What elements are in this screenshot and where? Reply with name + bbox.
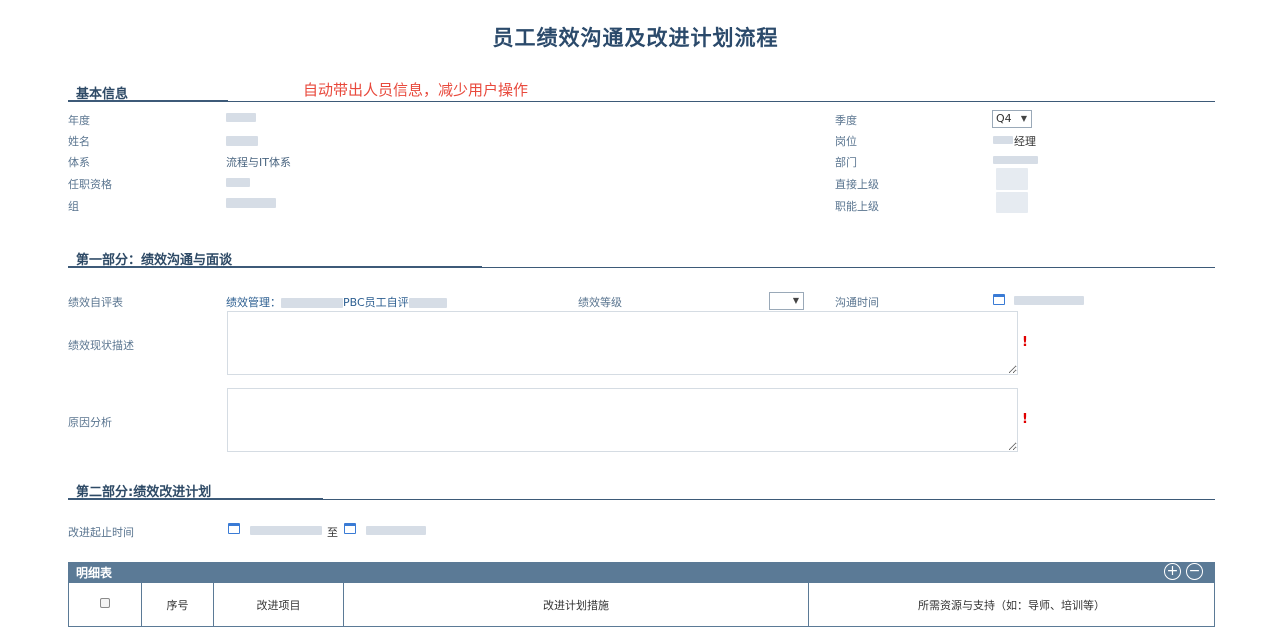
section-part2: 第二部分:绩效改进计划 xyxy=(68,478,1215,500)
group-value-redacted xyxy=(226,198,276,208)
qualification-value-redacted xyxy=(226,178,250,187)
cause-textarea[interactable] xyxy=(227,388,1018,452)
grade-select[interactable]: ▼ xyxy=(769,292,804,310)
remove-row-icon[interactable]: − xyxy=(1186,563,1203,580)
system-value: 流程与IT体系 xyxy=(226,156,291,169)
status-desc-textarea[interactable] xyxy=(227,311,1018,375)
self-eval-link[interactable]: 绩效管理： PBC员工自评 xyxy=(226,294,447,310)
position-value: 经理 xyxy=(1014,135,1036,148)
required-icon: ! xyxy=(1022,412,1028,427)
section-underline xyxy=(68,266,482,268)
section-divider xyxy=(482,267,1215,268)
period-to: 至 xyxy=(327,526,338,539)
column-header: 序号 xyxy=(141,582,214,627)
year-label: 年度 xyxy=(68,114,90,127)
detail-table: 序号 改进项目 改进计划措施 所需资源与支持（如：导师、培训等） xyxy=(68,582,1215,627)
comm-time-label: 沟通时间 xyxy=(835,296,879,309)
period-end-redacted xyxy=(366,526,426,535)
department-label: 部门 xyxy=(835,156,857,169)
name-label: 姓名 xyxy=(68,135,90,148)
section-underline xyxy=(68,100,228,102)
section-underline xyxy=(68,498,323,500)
direct-supervisor-label: 直接上级 xyxy=(835,178,879,191)
year-value-redacted xyxy=(226,113,256,122)
section-part1: 第一部分：绩效沟通与面谈 xyxy=(68,246,1215,268)
self-eval-redacted xyxy=(281,298,343,308)
functional-supervisor-label: 职能上级 xyxy=(835,200,879,213)
chevron-down-icon: ▼ xyxy=(792,296,799,305)
table-header-row: 序号 改进项目 改进计划措施 所需资源与支持（如：导师、培训等） xyxy=(68,582,1215,627)
detail-table-header: 明细表 + − xyxy=(68,562,1215,582)
department-value-redacted xyxy=(993,156,1038,164)
section-divider xyxy=(323,499,1215,500)
select-all-checkbox[interactable] xyxy=(100,598,110,608)
self-eval-middle: PBC员工自评 xyxy=(343,296,409,309)
period-start-redacted xyxy=(250,526,322,535)
calendar-icon[interactable] xyxy=(228,523,240,534)
calendar-icon[interactable] xyxy=(993,294,1005,305)
chevron-down-icon: ▼ xyxy=(1020,114,1027,123)
column-header: 所需资源与支持（如：导师、培训等） xyxy=(808,582,1215,627)
column-header: 改进项目 xyxy=(213,582,344,627)
column-header: 改进计划措施 xyxy=(343,582,809,627)
period-label: 改进起止时间 xyxy=(68,526,134,539)
self-eval-label: 绩效自评表 xyxy=(68,296,123,309)
status-desc-label: 绩效现状描述 xyxy=(68,339,134,352)
page-title: 员工绩效沟通及改进计划流程 xyxy=(492,26,779,50)
quarter-value: Q4 xyxy=(996,112,1012,125)
cause-label: 原因分析 xyxy=(68,416,112,429)
qualification-label: 任职资格 xyxy=(68,178,112,191)
section-basic-info: 基本信息 xyxy=(68,80,1215,102)
quarter-select[interactable]: Q4 ▼ xyxy=(992,110,1032,128)
annotation-note: 自动带出人员信息，减少用户操作 xyxy=(303,81,529,99)
group-label: 组 xyxy=(68,200,79,213)
add-row-icon[interactable]: + xyxy=(1164,563,1181,580)
system-label: 体系 xyxy=(68,156,90,169)
comm-time-value-redacted xyxy=(1014,296,1084,305)
quarter-label: 季度 xyxy=(835,114,857,127)
select-all-cell xyxy=(68,582,142,627)
position-label: 岗位 xyxy=(835,135,857,148)
grade-label: 绩效等级 xyxy=(578,296,622,309)
section-divider xyxy=(228,101,1215,102)
direct-supervisor-value-redacted xyxy=(996,168,1028,190)
self-eval-prefix: 绩效管理： xyxy=(226,296,281,309)
name-value-redacted xyxy=(226,136,258,146)
functional-supervisor-value-redacted xyxy=(996,192,1028,213)
required-icon: ! xyxy=(1022,335,1028,350)
calendar-icon[interactable] xyxy=(344,523,356,534)
detail-table-title: 明细表 xyxy=(76,566,113,580)
self-eval-redacted-2 xyxy=(408,298,447,308)
position-value-redacted xyxy=(993,136,1013,144)
